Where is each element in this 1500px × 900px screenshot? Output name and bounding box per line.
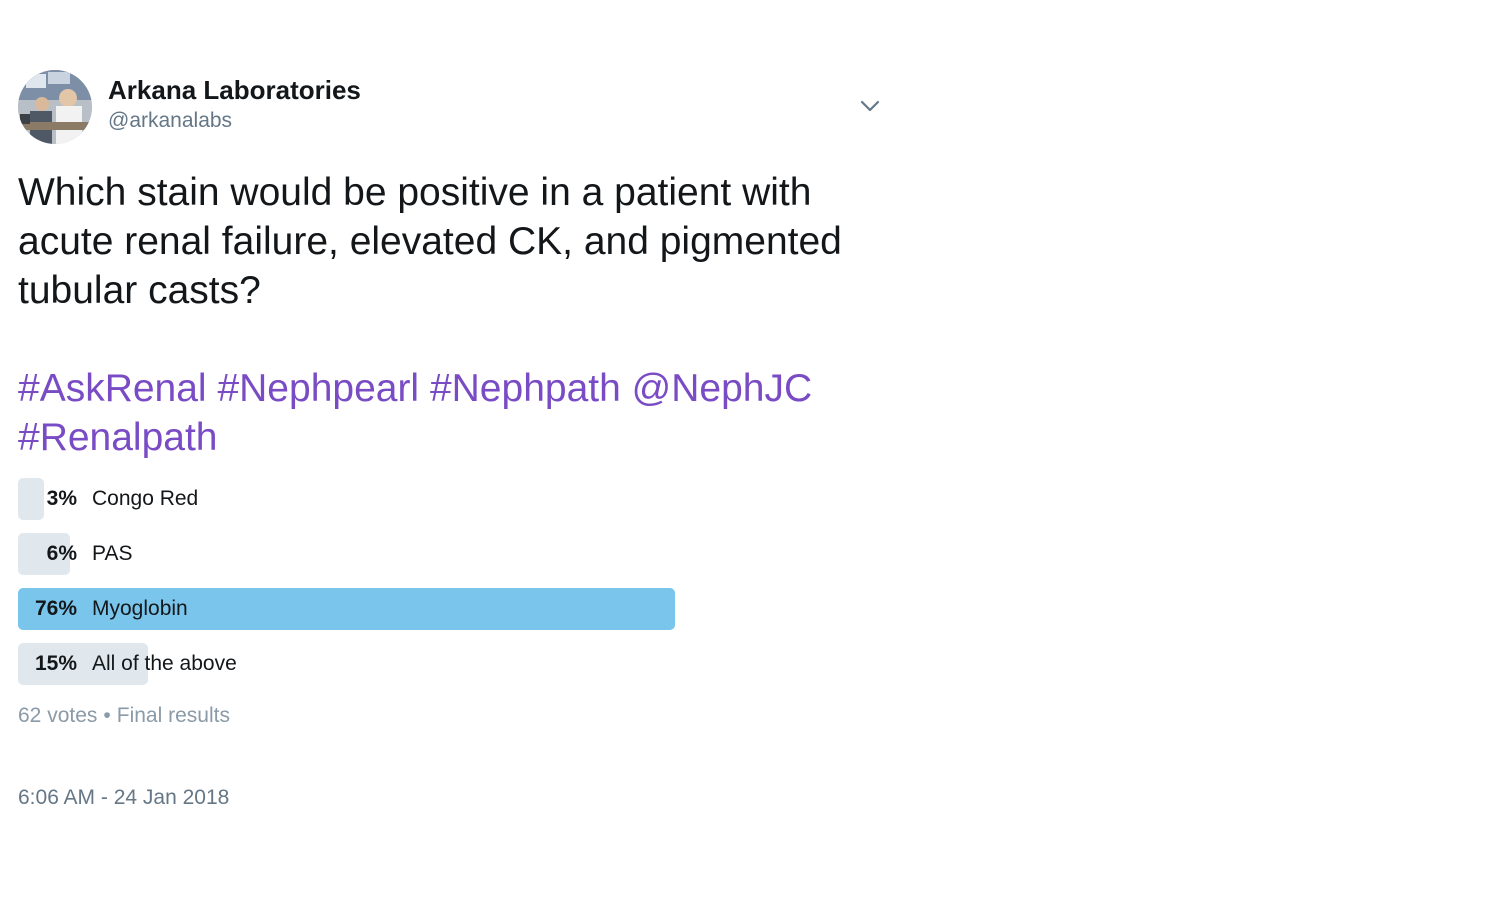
author-display-name[interactable]: Arkana Laboratories	[108, 74, 361, 106]
separator-dot: •	[103, 704, 111, 727]
hashtag-nephpearl[interactable]: #Nephpearl	[217, 367, 419, 410]
tweet-timestamp[interactable]: 6:06 AM - 24 Jan 2018	[18, 783, 888, 813]
poll-choice: 6% PAS	[18, 533, 675, 575]
poll-label: Myoglobin	[92, 597, 188, 620]
poll-bar	[18, 478, 44, 520]
hashtag-renalpath[interactable]: #Renalpath	[18, 416, 218, 459]
author-names: Arkana Laboratories @arkanalabs	[108, 74, 361, 136]
poll-percent: 6%	[46, 542, 77, 565]
poll-summary: 62 votes • Final results	[18, 701, 888, 731]
poll-percent: 76%	[34, 597, 77, 620]
hashtag-line-2: #Renalpath	[18, 413, 888, 462]
poll-percent: 3%	[46, 487, 77, 510]
poll-label: All of the above	[92, 652, 237, 675]
poll-status: Final results	[116, 704, 230, 727]
tweet-hashtags: #AskRenal #Nephpearl #Nephpath @NephJC #…	[18, 364, 888, 462]
mention-nephjc[interactable]: @NephJC	[632, 367, 813, 410]
poll-choice: 15% All of the above	[18, 643, 675, 685]
poll-vote-count: 62 votes	[18, 704, 98, 727]
avatar[interactable]	[18, 70, 92, 144]
hashtag-line-1: #AskRenal #Nephpearl #Nephpath @NephJC	[18, 364, 888, 413]
chevron-down-icon[interactable]	[860, 98, 880, 114]
poll-label: PAS	[92, 542, 133, 565]
poll-choice: 76% Myoglobin	[18, 588, 675, 630]
hashtag-askrenal[interactable]: #AskRenal	[18, 367, 207, 410]
poll-percent: 15%	[34, 652, 77, 675]
avatar-image	[18, 70, 92, 144]
poll-label: Congo Red	[92, 487, 199, 510]
author-handle[interactable]: @arkanalabs	[108, 106, 361, 136]
tweet-card: Arkana Laboratories @arkanalabs Which st…	[18, 70, 888, 813]
poll-choice: 3% Congo Red	[18, 478, 675, 520]
poll: 3% Congo Red 6% PAS 76% Myoglobin 15% Al…	[18, 478, 675, 685]
hashtag-nephpath[interactable]: #Nephpath	[430, 367, 621, 410]
tweet-header: Arkana Laboratories @arkanalabs	[18, 70, 888, 146]
tweet-text: Which stain would be positive in a patie…	[18, 171, 842, 312]
